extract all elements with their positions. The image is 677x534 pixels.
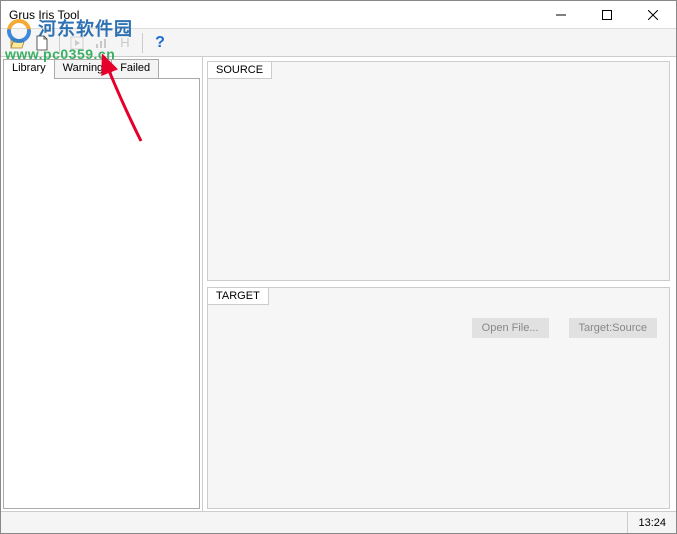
window-title: Grus Iris Tool bbox=[9, 8, 538, 22]
toolbar-separator bbox=[142, 33, 143, 53]
chart-button bbox=[90, 32, 112, 54]
library-tree[interactable] bbox=[3, 78, 200, 509]
tab-library[interactable]: Library bbox=[3, 59, 55, 79]
tab-warning[interactable]: Warning bbox=[54, 59, 113, 79]
toolbar: H ? bbox=[1, 29, 676, 57]
folder-open-icon bbox=[10, 36, 26, 50]
target-buttons: Open File... Target:Source bbox=[472, 318, 657, 338]
source-panel: SOURCE bbox=[207, 61, 670, 281]
help-button[interactable]: ? bbox=[149, 32, 171, 54]
maximize-button[interactable] bbox=[584, 1, 630, 28]
minimize-button[interactable] bbox=[538, 1, 584, 28]
main-area: Library Warning Failed SOURCE TARGET Ope… bbox=[1, 57, 676, 511]
help-icon: ? bbox=[155, 34, 165, 52]
window-controls bbox=[538, 1, 676, 28]
open-file-button[interactable]: Open File... bbox=[472, 318, 549, 338]
status-bar: 13:24 bbox=[1, 511, 676, 533]
new-file-icon bbox=[35, 35, 49, 51]
play-button bbox=[66, 32, 88, 54]
play-icon bbox=[70, 36, 84, 50]
tab-row: Library Warning Failed bbox=[3, 59, 200, 79]
right-pane: SOURCE TARGET Open File... Target:Source bbox=[203, 57, 676, 511]
tab-failed[interactable]: Failed bbox=[111, 59, 159, 79]
target-label: TARGET bbox=[208, 288, 269, 305]
h-icon: H bbox=[120, 35, 129, 50]
target-panel: TARGET Open File... Target:Source bbox=[207, 287, 670, 509]
h-button: H bbox=[114, 32, 136, 54]
close-button[interactable] bbox=[630, 1, 676, 28]
target-source-button[interactable]: Target:Source bbox=[569, 318, 657, 338]
chart-icon bbox=[94, 36, 108, 50]
left-pane: Library Warning Failed bbox=[1, 57, 203, 511]
new-file-button[interactable] bbox=[31, 32, 53, 54]
source-label: SOURCE bbox=[208, 62, 272, 79]
open-folder-button[interactable] bbox=[7, 32, 29, 54]
status-time: 13:24 bbox=[627, 512, 676, 533]
toolbar-separator bbox=[59, 33, 60, 53]
title-bar: Grus Iris Tool bbox=[1, 1, 676, 29]
